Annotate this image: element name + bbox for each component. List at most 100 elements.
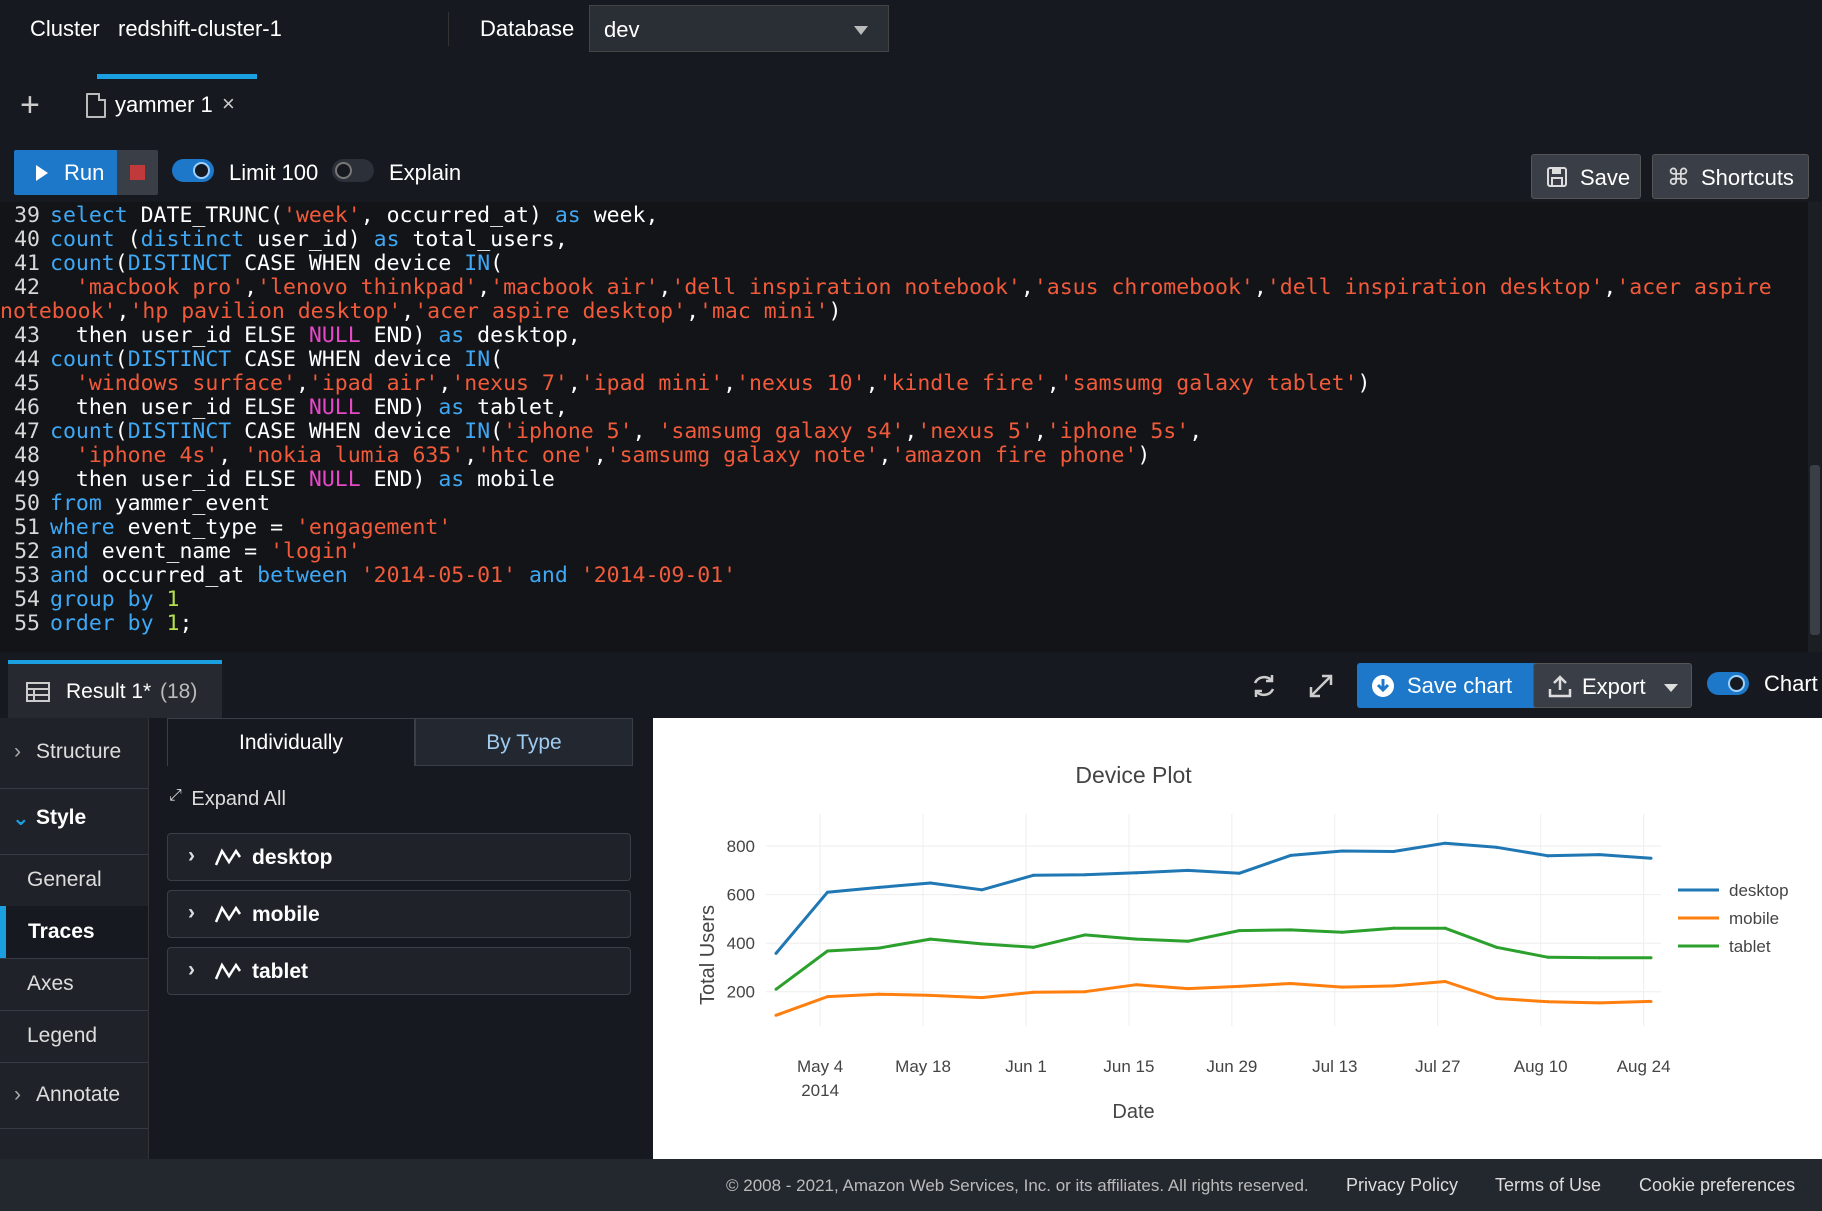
code-token: ) [1357, 371, 1371, 396]
code-token: 'acer aspire desktop' [414, 299, 687, 324]
code-token: as [438, 395, 465, 420]
data-point-desktop [1340, 849, 1344, 853]
code-line[interactable]: 45 'windows surface','ipad air','nexus 7… [0, 372, 1370, 396]
data-point-mobile [1495, 997, 1499, 1001]
data-point-mobile [928, 993, 932, 997]
stop-icon [130, 165, 145, 180]
code-token: ( [114, 347, 128, 372]
device-plot-chart[interactable]: Device Plot 200 400 600 800 May 4 2014 May 18 Ju… [653, 718, 1822, 1159]
new-tab-plus-icon[interactable]: + [20, 88, 40, 122]
code-line[interactable]: 39 select DATE_TRUNC('week', occurred_at)… [0, 204, 658, 228]
table-icon [26, 682, 50, 702]
code-line[interactable]: 48 'iphone 4s', 'nokia lumia 635','htc o… [0, 444, 1150, 468]
code-line[interactable]: 53 and occurred_at between '2014-05-01' a… [0, 564, 736, 588]
nav-traces[interactable]: Traces [0, 906, 148, 958]
divider [0, 1128, 148, 1129]
code-token: from [50, 491, 102, 516]
database-select[interactable]: dev [589, 5, 889, 52]
code-line[interactable]: 54 group by 1 [0, 588, 179, 612]
footer: © 2008 - 2021, Amazon Web Services, Inc.… [0, 1159, 1822, 1211]
code-token: total_users, [399, 227, 568, 252]
line-number: 55 [14, 611, 40, 636]
trace-desktop[interactable]: › desktop [167, 833, 631, 881]
save-chart-label: Save chart [1407, 673, 1513, 698]
export-button[interactable]: Export [1533, 663, 1692, 708]
data-point-mobile [1649, 999, 1653, 1003]
stop-button[interactable] [117, 150, 158, 195]
sql-editor[interactable]: 39 select DATE_TRUNC('week', occurred_at)… [0, 202, 1808, 652]
export-label: Export [1582, 674, 1646, 699]
copyright-text: © 2008 - 2021, Amazon Web Services, Inc.… [726, 1176, 1309, 1195]
tab-individually[interactable]: Individually [167, 718, 415, 766]
run-button[interactable]: Run [14, 150, 117, 195]
code-line[interactable]: 46 then user_id ELSE NULL END) as tablet… [0, 396, 568, 420]
close-icon[interactable]: × [222, 91, 235, 117]
code-line[interactable]: 50 from yammer_event [0, 492, 270, 516]
privacy-policy-link[interactable]: Privacy Policy [1346, 1175, 1458, 1196]
divider [448, 12, 449, 46]
expand-all-button[interactable]: ⤢ Expand All [169, 787, 286, 811]
cluster-value[interactable]: redshift-cluster-1 [118, 16, 282, 42]
code-token: 'engagement' [295, 515, 452, 540]
line-number: 53 [14, 563, 40, 588]
data-point-mobile [1598, 1001, 1602, 1005]
code-line[interactable]: 55 order by 1; [0, 612, 192, 636]
refresh-icon[interactable] [1250, 672, 1278, 700]
data-point-desktop [1546, 854, 1550, 858]
chart-editor-nav: › Structure ⌄ Style General Traces Axes … [0, 718, 149, 1159]
floppy-icon [1547, 167, 1567, 187]
code-token: as [438, 467, 465, 492]
tab-yammer-1[interactable]: yammer 1 [115, 92, 213, 118]
tab-by-type[interactable]: By Type [415, 718, 633, 766]
shortcuts-button[interactable]: ⌘ Shortcuts [1652, 154, 1809, 199]
code-token: , [723, 371, 737, 396]
save-chart-button[interactable]: Save chart [1357, 663, 1554, 708]
code-line[interactable]: notebook','hp pavilion desktop','acer as… [0, 300, 841, 324]
code-token: 'samsumg galaxy note' [606, 443, 879, 468]
data-point-desktop [1237, 871, 1241, 875]
nav-axes-label: Axes [27, 972, 74, 995]
chart-toggle-label: Chart [1764, 671, 1818, 696]
code-line[interactable]: 40 count (distinct user_id) as total_user… [0, 228, 568, 252]
terms-of-use-link[interactable]: Terms of Use [1495, 1175, 1601, 1196]
chart-pane: Device Plot 200 400 600 800 May 4 2014 May 18 Ju… [653, 718, 1822, 1159]
result-tab[interactable]: Result 1* (18) [8, 660, 222, 718]
limit-toggle[interactable] [172, 159, 214, 182]
code-line[interactable]: 49 then user_id ELSE NULL END) as mobile [0, 468, 555, 492]
code-token: event_name = [88, 539, 271, 564]
save-button[interactable]: Save [1531, 154, 1641, 199]
code-line[interactable]: 44 count(DISTINCT CASE WHEN device IN( [0, 348, 503, 372]
explain-toggle[interactable] [332, 159, 374, 182]
editor-scroll-thumb[interactable] [1810, 465, 1820, 635]
code-line[interactable]: 52 and event_name = 'login' [0, 540, 361, 564]
chart-toggle[interactable] [1707, 672, 1749, 695]
code-token: END) [360, 467, 439, 492]
x-tick-label: May 4 [797, 1057, 843, 1076]
trace-mobile[interactable]: › mobile [167, 890, 631, 938]
chevron-down-icon [1664, 684, 1678, 692]
code-token: count [50, 347, 115, 372]
code-line[interactable]: 42 'macbook pro','lenovo thinkpad','macb… [0, 276, 1772, 300]
code-line[interactable]: 43 then user_id ELSE NULL END) as deskto… [0, 324, 581, 348]
code-token: , [295, 371, 309, 396]
code-token: 'acer aspire [1616, 275, 1772, 300]
code-line[interactable]: 51 where event_type = 'engagement' [0, 516, 451, 540]
code-token: count [50, 227, 115, 252]
code-token: desktop, [464, 323, 581, 348]
chevron-right-icon: › [188, 901, 195, 924]
code-token: 'iphone 5' [503, 419, 633, 444]
trace-tablet[interactable]: › tablet [167, 947, 631, 995]
code-token: then user_id ELSE [50, 395, 309, 420]
code-token: 'samsumg galaxy tablet' [1059, 371, 1358, 396]
code-line[interactable]: 47 count(DISTINCT CASE WHEN device IN('ip… [0, 420, 1202, 444]
run-label: Run [64, 160, 105, 185]
cookie-preferences-link[interactable]: Cookie preferences [1639, 1175, 1795, 1196]
code-token: 'kindle fire' [878, 371, 1047, 396]
code-line[interactable]: 41 count(DISTINCT CASE WHEN device IN( [0, 252, 503, 276]
expand-icon[interactable] [1308, 673, 1334, 699]
code-token: week, [580, 203, 659, 228]
code-token: , [1020, 275, 1034, 300]
code-token: DISTINCT [127, 419, 232, 444]
